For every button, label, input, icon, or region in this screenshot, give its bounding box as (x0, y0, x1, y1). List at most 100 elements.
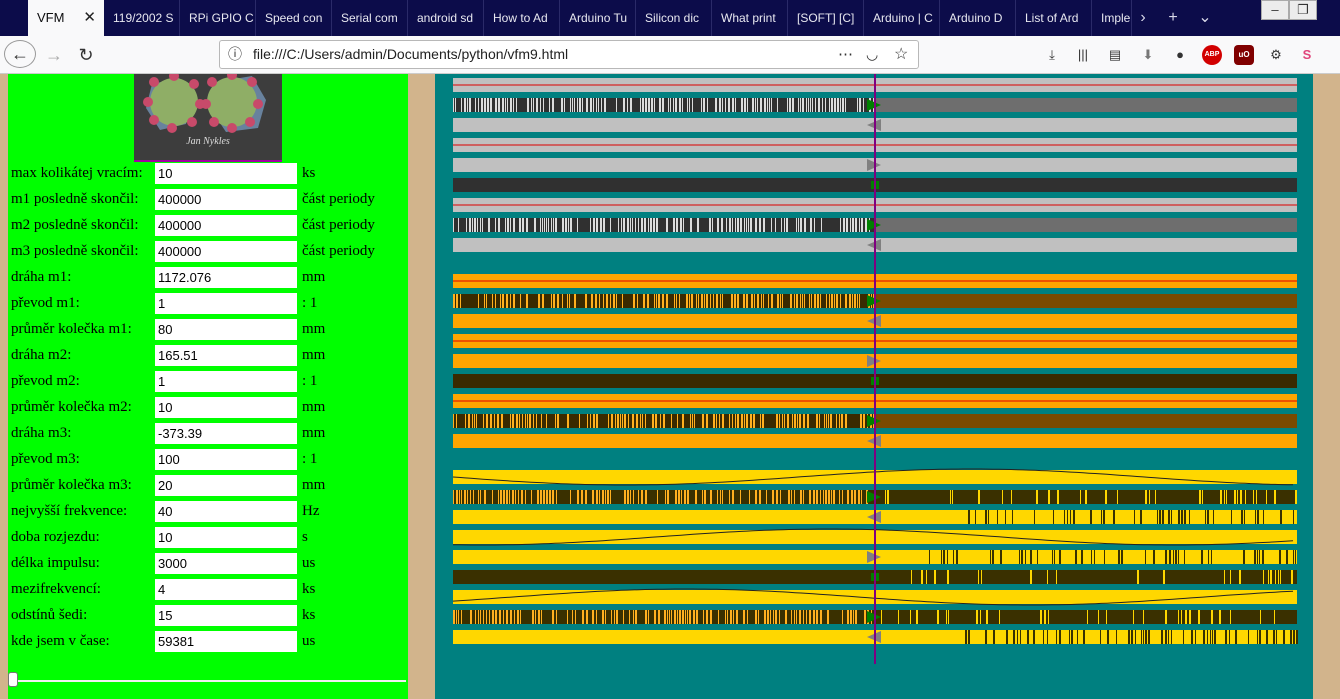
tab-3[interactable]: RPi GPIO C (180, 0, 256, 36)
field-input[interactable] (155, 501, 297, 522)
stripe-mark (796, 610, 797, 624)
info-icon[interactable]: ⓘ (228, 41, 242, 68)
field-input[interactable] (155, 527, 297, 548)
field-input[interactable] (155, 475, 297, 496)
page-actions-icon[interactable]: ⋯ (838, 41, 853, 68)
new-tab-icon[interactable]: + (1160, 0, 1186, 36)
stripe-mark (755, 98, 756, 112)
stripe-mark (1263, 510, 1264, 524)
field-label: mezifrekvencí: (11, 581, 101, 597)
stripe-mark (777, 294, 779, 308)
stripe-mark (1159, 510, 1161, 524)
field-input[interactable] (155, 345, 297, 366)
stripe-mark (761, 294, 762, 308)
field-input[interactable] (155, 215, 297, 236)
stripe-mark (481, 98, 483, 112)
stripe-mark (466, 218, 467, 232)
restore-button[interactable]: ❐ (1289, 0, 1317, 20)
reload-button[interactable]: ↻ (72, 40, 100, 70)
tab-4[interactable]: Speed con (256, 0, 332, 36)
tab-list-icon[interactable]: ⌄ (1192, 0, 1218, 36)
minimize-button[interactable]: – (1261, 0, 1289, 20)
tab-8[interactable]: Arduino Tu (560, 0, 636, 36)
stripe-mark (697, 218, 699, 232)
field-input[interactable] (155, 397, 297, 418)
stripe-mark (691, 294, 693, 308)
adblock-icon[interactable]: ABP (1202, 45, 1222, 65)
stripe-mark (834, 98, 836, 112)
field-input[interactable] (155, 605, 297, 626)
sync-icon[interactable]: S (1297, 45, 1317, 65)
stripe-mark (950, 490, 951, 504)
ublock-icon[interactable]: uO (1234, 45, 1254, 65)
field-input[interactable] (155, 631, 297, 652)
stripe-mark (1235, 630, 1237, 644)
tab-9[interactable]: Silicon dic (636, 0, 712, 36)
field-input[interactable] (155, 579, 297, 600)
url-bar[interactable]: ⓘ file:///C:/Users/admin/Documents/pytho… (219, 40, 919, 69)
stripe-mark (1080, 490, 1081, 504)
pocket-icon[interactable]: ◡ (866, 41, 878, 68)
field-input[interactable] (155, 267, 297, 288)
slider-thumb[interactable] (8, 672, 18, 687)
stripe-mark (760, 98, 762, 112)
extension-icon[interactable]: ● (1170, 45, 1190, 65)
settings-gear-icon[interactable]: ⚙ (1266, 45, 1286, 65)
stripe-mark (667, 490, 669, 504)
bookmark-star-icon[interactable]: ☆ (894, 41, 908, 68)
download-arrow-icon[interactable]: ⬇ (1138, 45, 1158, 65)
stripe-mark (740, 218, 742, 232)
form-row: délka impulsu: us (8, 553, 408, 575)
tab-6[interactable]: android sd (408, 0, 484, 36)
tab-1[interactable]: VFM ✕ (28, 0, 104, 36)
stripe-mark (791, 490, 792, 504)
sidebar-icon[interactable]: ▤ (1105, 45, 1125, 65)
stripe-mark (598, 98, 599, 112)
stripe-mark (453, 218, 454, 232)
stripe-mark (782, 294, 783, 308)
stripe-mark (1083, 630, 1085, 644)
field-input[interactable] (155, 163, 297, 184)
tab-7[interactable]: How to Ad (484, 0, 560, 36)
close-tab-icon[interactable]: ✕ (83, 0, 96, 36)
stripe-mark (654, 294, 655, 308)
page-content: Jan Nykles max kolikátej vracím: ks m1 pos… (0, 74, 1340, 699)
tab-2[interactable]: 119/2002 S (104, 0, 180, 36)
tab-14[interactable]: List of Ard (1016, 0, 1092, 36)
field-input[interactable] (155, 189, 297, 210)
tab-5[interactable]: Serial com (332, 0, 408, 36)
back-button[interactable]: ← (4, 40, 36, 68)
field-input[interactable] (155, 371, 297, 392)
field-input[interactable] (155, 553, 297, 574)
stripe-mark (827, 610, 829, 624)
library-icon[interactable]: ||| (1073, 45, 1093, 65)
stripe-mark (831, 294, 833, 308)
tab-15[interactable]: Imple (1092, 0, 1132, 36)
field-label: m1 posledně skončil: (11, 191, 139, 207)
stripe-mark (692, 414, 693, 428)
field-input[interactable] (155, 449, 297, 470)
stripe-mark (660, 414, 661, 428)
tab-label: Arduino D (949, 11, 1003, 25)
tab-11[interactable]: [SOFT] [C] (788, 0, 864, 36)
stripe-mark (777, 98, 778, 112)
tab-10[interactable]: What print (712, 0, 788, 36)
stripe-mark (671, 414, 672, 428)
stripe-mark (722, 414, 724, 428)
tab-12[interactable]: Arduino | C (864, 0, 940, 36)
tab-13[interactable]: Arduino D (940, 0, 1016, 36)
field-input[interactable] (155, 319, 297, 340)
stripe-mark (831, 98, 833, 112)
scroll-tabs-right-icon[interactable]: › (1130, 0, 1156, 36)
stripe-mark (807, 414, 809, 428)
download-icon[interactable]: ⤓ (1042, 45, 1062, 65)
forward-button[interactable]: → (40, 40, 68, 70)
stripe-mark (840, 294, 841, 308)
field-input[interactable] (155, 241, 297, 262)
stripe-mark (637, 294, 638, 308)
time-slider[interactable] (8, 670, 408, 690)
stripe-mark (1254, 550, 1256, 564)
stripe-mark (562, 218, 564, 232)
field-input[interactable] (155, 423, 297, 444)
field-input[interactable] (155, 293, 297, 314)
